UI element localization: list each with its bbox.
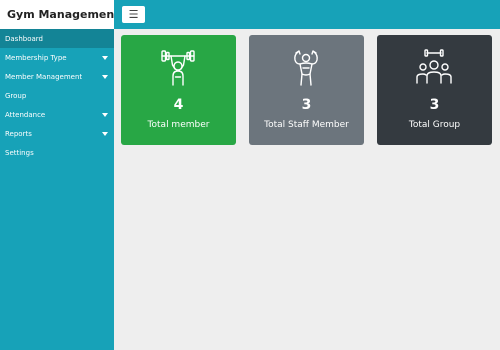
top-navbar: ☰ xyxy=(114,0,500,29)
total-staff-label: Total Staff Member xyxy=(264,120,349,130)
sidebar-item-label: Attendance xyxy=(5,110,46,119)
sidebar-item-membership-type[interactable]: Membership Type xyxy=(0,48,114,67)
sidebar-item-label: Settings xyxy=(5,148,34,157)
total-staff-count: 3 xyxy=(301,97,312,113)
caret-down-icon xyxy=(102,74,108,79)
group-icon xyxy=(414,47,454,87)
total-group-card[interactable]: 3 Total Group xyxy=(377,35,492,145)
total-group-label: Total Group xyxy=(408,120,461,130)
sidebar-item-label: Membership Type xyxy=(5,53,67,62)
sidebar-item-label: Reports xyxy=(5,129,32,138)
weightlifter-icon xyxy=(158,47,198,87)
caret-down-icon xyxy=(102,112,108,117)
sidebar-item-attendance[interactable]: Attendance xyxy=(0,105,114,124)
bodybuilder-icon xyxy=(286,47,326,87)
caret-down-icon xyxy=(102,131,108,136)
total-member-card[interactable]: 4 Total member xyxy=(121,35,236,145)
app-title: Gym Management xyxy=(7,8,120,21)
total-staff-card[interactable]: 3 Total Staff Member xyxy=(249,35,364,145)
total-member-label: Total member xyxy=(147,120,210,130)
sidebar-item-label: Member Management xyxy=(5,72,83,81)
sidebar-item-member-management[interactable]: Member Management xyxy=(0,67,114,86)
app-brand[interactable]: Gym Management xyxy=(0,0,119,29)
sidebar-item-group[interactable]: Group xyxy=(0,86,114,105)
sidebar-item-label: Dashboard xyxy=(5,34,43,43)
total-member-count: 4 xyxy=(173,97,184,113)
sidebar-item-settings[interactable]: Settings xyxy=(0,143,114,162)
total-group-count: 3 xyxy=(429,97,440,113)
sidebar: Dashboard Membership Type Member Managem… xyxy=(0,29,114,350)
sidebar-item-label: Group xyxy=(5,91,27,100)
hamburger-icon: ☰ xyxy=(128,8,139,21)
caret-down-icon xyxy=(102,55,108,60)
menu-toggle-button[interactable]: ☰ xyxy=(122,6,145,23)
sidebar-item-reports[interactable]: Reports xyxy=(0,124,114,143)
sidebar-item-dashboard[interactable]: Dashboard xyxy=(0,29,114,48)
